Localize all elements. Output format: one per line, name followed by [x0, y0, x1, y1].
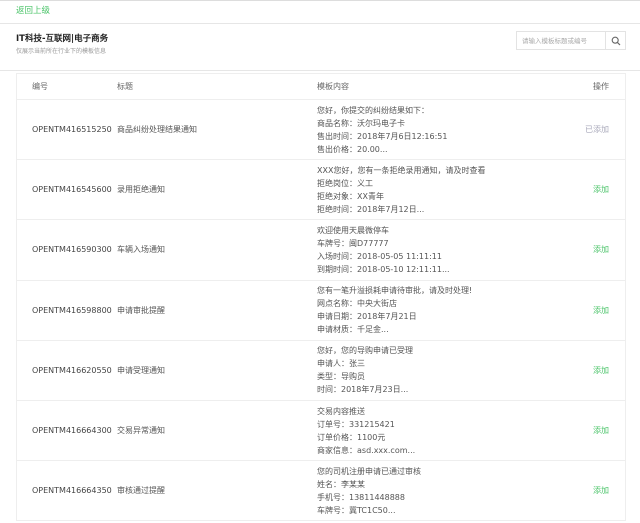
content-line: 您好，你提交的纠纷结果如下：	[317, 105, 429, 115]
content-line: 您有一笔升溢损耗申请待审批，请及时处理!	[317, 286, 473, 296]
search-box	[516, 31, 626, 50]
template-title: 车辆入场通知	[117, 245, 165, 255]
content-line: 欢迎使用天晨微停车	[317, 225, 389, 235]
content-line: 手机号：13811448888	[317, 492, 405, 502]
template-table: 编号 标题 模板内容 操作 OPENTM416515250 商品纠纷处理结果通知…	[16, 73, 626, 522]
search-icon	[611, 36, 620, 45]
template-title: 申请审批提醒	[117, 305, 165, 315]
content-line: 订单号：331215421	[317, 419, 395, 429]
page-header: IT科技-互联网|电子商务 仅展示当前所在行业下的模板信息	[0, 24, 640, 71]
content-line: 姓名：李某某	[317, 479, 365, 489]
content-line: 网点名称：中央大街店	[317, 299, 397, 309]
template-content: 您的司机注册申请已通过审核 姓名：李某某手机号：13811448888 车牌号：冀T…	[317, 465, 421, 517]
template-id: OPENTM416590300	[32, 245, 112, 255]
table-row: OPENTM416598800 申请审批提醒 您有一笔升溢损耗申请待审批，请及时…	[17, 281, 625, 341]
template-id: OPENTM416598800	[32, 305, 112, 315]
add-button[interactable]: 添加	[593, 485, 609, 496]
template-id: OPENTM416664350	[32, 486, 112, 496]
add-button[interactable]: 添加	[593, 365, 609, 376]
content-line: 商家信息：asd.xxx.com...	[317, 445, 416, 455]
template-id: OPENTM416515250	[32, 125, 112, 135]
add-button[interactable]: 添加	[593, 184, 609, 195]
template-title: 录用拒绝通知	[117, 185, 165, 195]
search-button[interactable]	[605, 32, 625, 49]
table-row: OPENTM416515250 商品纠纷处理结果通知 您好，你提交的纠纷结果如下…	[17, 100, 625, 161]
page-subtitle: 仅展示当前所在行业下的模板信息	[16, 48, 107, 55]
content-line: 入场时间：2018-05-05 11:11:11	[317, 251, 442, 261]
content-line: 申请人：张三	[317, 359, 365, 369]
template-id: OPENTM416664300	[32, 426, 112, 436]
content-line: 您的司机注册申请已通过审核	[317, 466, 421, 476]
table-row: OPENTM416620550 申请受理通知 您好，您的导购申请已受理 申请人：张…	[17, 341, 625, 401]
content-line: 交易内容推送	[317, 406, 365, 416]
content-line: 拒绝岗位：义工	[317, 178, 373, 188]
page-title: IT科技-互联网|电子商务	[16, 34, 109, 44]
content-line: 申请日期：2018年7月21日	[317, 312, 417, 322]
template-content: 您有一笔升溢损耗申请待审批，请及时处理! 网点名称：中央大街店申请日期：2018年…	[317, 284, 472, 336]
template-content: 您好，你提交的纠纷结果如下： 商品名称：沃尔玛电子卡售出时间：2018年7月6日1…	[317, 104, 447, 156]
column-header-action: 操作	[593, 82, 609, 91]
content-line: XXX您好，您有一条拒绝录用通知，请及时查看	[317, 165, 486, 175]
table-row: OPENTM416545600 录用拒绝通知 XXX您好，您有一条拒绝录用通知，…	[17, 160, 625, 221]
table-row: OPENTM416664350 审核通过提醒 您的司机注册申请已通过审核 姓名：李…	[17, 461, 625, 522]
top-bar: 返回上级	[0, 0, 640, 24]
column-header-content: 模板内容	[317, 82, 349, 91]
content-line: 商品名称：沃尔玛电子卡	[317, 118, 405, 128]
content-line: 售出时间：2018年7月6日12:16:51	[317, 131, 448, 141]
content-line: 车牌号：冀TC1C50...	[317, 505, 396, 515]
back-link[interactable]: 返回上级	[16, 4, 50, 16]
table-header: 编号 标题 模板内容 操作	[17, 74, 625, 100]
template-id: OPENTM416545600	[32, 185, 112, 195]
template-id: OPENTM416620550	[32, 365, 112, 375]
add-button[interactable]: 添加	[593, 244, 609, 255]
template-title: 申请受理通知	[117, 365, 165, 375]
template-content: 您好，您的导购申请已受理 申请人：张三 类型：导购员时间：2018年7月23日...	[317, 344, 413, 396]
table-row: OPENTM416664300 交易异常通知 交易内容推送订单号：3312154…	[17, 401, 625, 462]
content-line: 售出价格：20.00...	[317, 144, 388, 154]
table-row: OPENTM416590300 车辆入场通知 欢迎使用天晨微停车 车牌号：闽D77…	[17, 220, 625, 281]
content-line: 拒绝时间：2018年7月12日...	[317, 204, 425, 214]
content-line: 申请材质：千足金...	[317, 325, 389, 335]
content-line: 到期时间：2018-05-10 12:11:11...	[317, 264, 450, 274]
content-line: 订单价格：1100元	[317, 432, 386, 442]
search-input[interactable]	[517, 32, 605, 49]
template-title: 商品纠纷处理结果通知	[117, 125, 197, 135]
template-content: XXX您好，您有一条拒绝录用通知，请及时查看 拒绝岗位：义工拒绝对象：XX青年拒绝…	[317, 164, 485, 216]
column-header-title: 标题	[117, 82, 133, 91]
content-line: 时间：2018年7月23日...	[317, 385, 409, 395]
add-button[interactable]: 添加	[593, 425, 609, 436]
content-line: 您好，您的导购申请已受理	[317, 346, 413, 356]
content-line: 拒绝对象：XX青年	[317, 191, 384, 201]
content-line: 类型：导购员	[317, 372, 365, 382]
added-label: 已添加	[585, 125, 609, 135]
content-line: 车牌号：闽D77777	[317, 238, 389, 248]
template-title: 审核通过提醒	[117, 486, 165, 496]
template-content: 交易内容推送订单号：331215421 订单价格：1100元商家信息：asd.xx…	[317, 405, 415, 457]
template-title: 交易异常通知	[117, 426, 165, 436]
add-button[interactable]: 添加	[593, 305, 609, 316]
template-content: 欢迎使用天晨微停车 车牌号：闽D77777 入场时间：2018-05-05 11:1…	[317, 224, 450, 276]
column-header-id: 编号	[32, 82, 48, 91]
